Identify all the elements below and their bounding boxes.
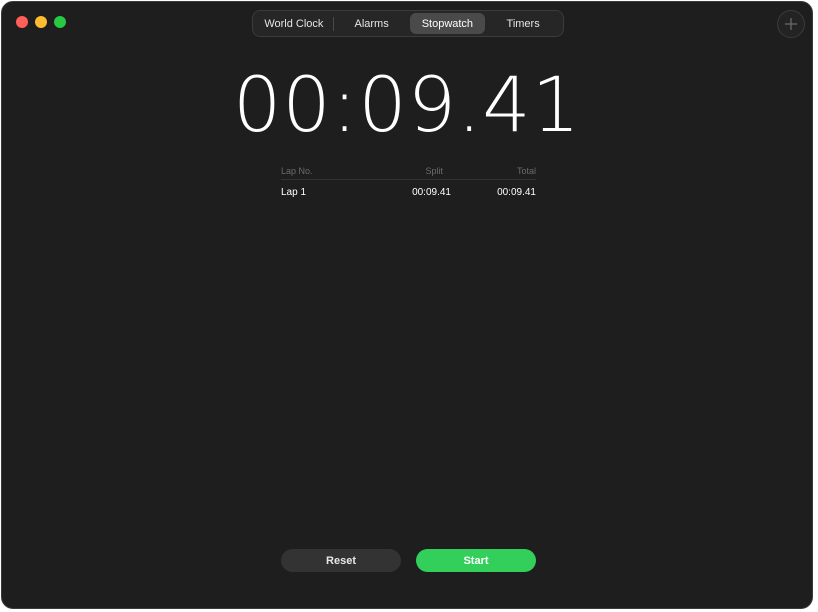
- header-total: Total: [516, 165, 536, 176]
- table-row: Lap 1 00:09.41 00:09.41: [281, 180, 536, 204]
- lap-split: 00:09.41: [412, 186, 451, 198]
- tab-world-clock[interactable]: World Clock: [255, 13, 333, 34]
- clock-window: World Clock Alarms Stopwatch Timers 00:0…: [1, 1, 813, 609]
- lap-number: Lap 1: [281, 186, 307, 198]
- header-lap-no: Lap No.: [281, 165, 313, 176]
- tab-timers[interactable]: Timers: [485, 13, 561, 34]
- lap-table-header: Lap No. Split Total: [281, 162, 536, 180]
- lap-table: Lap No. Split Total Lap 1 00:09.41 00:09…: [281, 162, 536, 204]
- start-button[interactable]: Start: [416, 549, 536, 572]
- header-split: Split: [425, 165, 443, 176]
- tab-alarms[interactable]: Alarms: [334, 13, 410, 34]
- tab-bar: World Clock Alarms Stopwatch Timers: [252, 10, 564, 37]
- minimize-button[interactable]: [35, 16, 47, 28]
- plus-icon: [784, 17, 798, 31]
- tab-stopwatch[interactable]: Stopwatch: [409, 13, 486, 34]
- reset-button[interactable]: Reset: [281, 549, 401, 572]
- window-controls: [16, 16, 66, 28]
- stopwatch-time-display: 00:09.41: [233, 60, 581, 149]
- close-button[interactable]: [16, 16, 28, 28]
- zoom-button[interactable]: [54, 16, 66, 28]
- lap-total: 00:09.41: [497, 186, 536, 198]
- add-button[interactable]: [777, 10, 805, 38]
